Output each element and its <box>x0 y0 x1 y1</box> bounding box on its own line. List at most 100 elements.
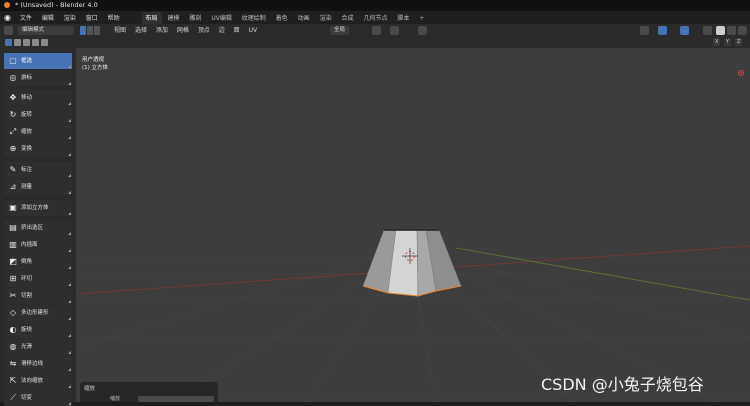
select-mode-invert-icon[interactable] <box>32 39 39 46</box>
rendered-shading-icon[interactable] <box>738 26 747 35</box>
viewport-header: 编辑模式 视图 选择 添加 网格 顶点 边 面 UV 全局 <box>0 24 750 37</box>
tool-variants-indicator <box>68 65 71 68</box>
tool-spin[interactable]: ◐ 旋绕 <box>4 322 72 338</box>
tool-shear[interactable]: ⟋ 切变 <box>4 390 72 406</box>
tool-extrude[interactable]: ▤ 挤出选区 <box>4 220 72 236</box>
tool-scale[interactable]: ⤢ 缩放 <box>4 124 72 140</box>
poly-build-icon: ◇ <box>9 308 17 317</box>
tool-label: 倒角 <box>21 259 33 265</box>
tool-loop-cut[interactable]: ⊞ 环切 <box>4 271 72 287</box>
select-mode-new-icon[interactable] <box>5 39 12 46</box>
mode-selector[interactable]: 编辑模式 <box>18 26 74 35</box>
tool-annotate[interactable]: ✎ 标注 <box>4 162 72 178</box>
menu-face[interactable]: 面 <box>234 27 240 34</box>
tool-poly-build[interactable]: ◇ 多边形建形 <box>4 305 72 321</box>
tool-label: 环切 <box>21 276 33 282</box>
menu-view[interactable]: 视图 <box>114 27 126 34</box>
scale-icon: ⤢ <box>9 127 17 136</box>
knife-icon: ✂ <box>9 291 17 300</box>
add-cube-icon: ▣ <box>9 203 17 212</box>
tool-variants-indicator <box>68 351 71 354</box>
mesh-object[interactable] <box>362 229 462 297</box>
last-operator-panel[interactable]: 缩放 缩放 <box>80 382 218 402</box>
menu-uv[interactable]: UV <box>249 27 258 34</box>
viewport-subheader: X Y Z <box>0 37 750 48</box>
window-title: * (Unsaved) - Blender 4.0 <box>15 1 98 9</box>
menu-mesh[interactable]: 网格 <box>177 27 189 34</box>
tool-label: 测量 <box>21 184 33 190</box>
menu-select[interactable]: 选择 <box>135 27 147 34</box>
tool-inset[interactable]: ▥ 内插面 <box>4 237 72 253</box>
rotate-icon: ↻ <box>9 110 17 119</box>
face-select-button[interactable] <box>94 26 100 35</box>
tool-cursor[interactable]: ◎ 游标 <box>4 70 72 86</box>
visibility-icon[interactable] <box>640 26 649 35</box>
tool-variants-indicator <box>68 82 71 85</box>
select-mode-intersect-icon[interactable] <box>41 39 48 46</box>
tool-label: 挤出选区 <box>21 225 44 231</box>
tool-label: 多边形建形 <box>21 310 49 316</box>
move-icon: ✥ <box>9 93 17 102</box>
transform-orientation-label: 全局 <box>334 27 346 33</box>
annotate-icon: ✎ <box>9 165 17 174</box>
tool-variants-indicator <box>68 385 71 388</box>
gizmo-icon[interactable] <box>658 26 667 35</box>
overlay-icon[interactable] <box>680 26 689 35</box>
watermark-text: CSDN @小兔子烧包谷 <box>541 375 704 394</box>
tool-smooth[interactable]: ◍ 光滑 <box>4 339 72 355</box>
tool-variants-indicator <box>68 266 71 269</box>
tool-variants-indicator <box>68 300 71 303</box>
menu-vertex[interactable]: 顶点 <box>198 27 210 34</box>
tool-variants-indicator <box>68 249 71 252</box>
operator-value-field[interactable] <box>138 396 214 402</box>
tool-shrink-fatten[interactable]: ⇱ 法向缩放 <box>4 373 72 389</box>
proportional-edit-icon[interactable] <box>418 26 427 35</box>
tool-label: 旋绕 <box>21 327 33 333</box>
menu-add[interactable]: 添加 <box>156 27 168 34</box>
view-name-label: 用户透视 <box>82 57 105 63</box>
mirror-axis-z[interactable]: Z <box>735 38 743 46</box>
3d-viewport[interactable]: 用户透视 (1) 立方体 <box>76 48 750 402</box>
tool-rotate[interactable]: ↻ 旋转 <box>4 107 72 123</box>
tool-shelf: ▢ 框选 ◎ 游标 ✥ 移动 ↻ 旋转 ⤢ 缩放 ⊕ 变换 ✎ 标注 ⊿ 测量 ▣ 添加立方体 ▤ 挤出选区 ▥ 内插面 ◩… <box>0 48 76 406</box>
tool-label: 框选 <box>21 58 33 64</box>
transform-orientation-select[interactable]: 全局 <box>330 26 350 35</box>
edge-slide-icon: ⇋ <box>9 359 17 368</box>
material-shading-icon[interactable] <box>727 26 736 35</box>
select-mode-extend-icon[interactable] <box>14 39 21 46</box>
operator-panel-title: 缩放 <box>84 386 96 392</box>
tool-edge-slide[interactable]: ⇋ 滑移边线 <box>4 356 72 372</box>
tool-add-cube[interactable]: ▣ 添加立方体 <box>4 200 72 216</box>
editor-type-icon[interactable] <box>4 26 13 35</box>
tool-variants-indicator <box>68 283 71 286</box>
tool-bevel[interactable]: ◩ 倒角 <box>4 254 72 270</box>
solid-shading-icon[interactable] <box>716 26 725 35</box>
select-mode-subtract-icon[interactable] <box>23 39 30 46</box>
snap-icon[interactable] <box>390 26 399 35</box>
tool-label: 变换 <box>21 146 33 152</box>
tool-label: 缩放 <box>21 129 33 135</box>
pivot-icon[interactable] <box>372 26 381 35</box>
tool-knife[interactable]: ✂ 切割 <box>4 288 72 304</box>
menu-edge[interactable]: 边 <box>219 27 225 34</box>
xray-icon[interactable] <box>703 26 712 35</box>
mirror-axis-y[interactable]: Y <box>724 38 732 46</box>
tool-measure[interactable]: ⊿ 测量 <box>4 179 72 195</box>
viewport-canvas[interactable] <box>76 48 750 402</box>
smooth-icon: ◍ <box>9 342 17 351</box>
tool-label: 切变 <box>21 395 33 401</box>
tool-transform[interactable]: ⊕ 变换 <box>4 141 72 157</box>
mode-label: 编辑模式 <box>22 27 45 33</box>
tool-variants-indicator <box>68 368 71 371</box>
cursor-icon: ◎ <box>9 73 17 82</box>
vertex-select-button[interactable] <box>80 26 86 35</box>
blender-logo-icon[interactable]: ◉ <box>0 11 14 24</box>
edge-select-button[interactable] <box>87 26 93 35</box>
tool-variants-indicator <box>68 153 71 156</box>
loop-cut-icon: ⊞ <box>9 274 17 283</box>
navigation-gizmo-icon[interactable] <box>738 70 744 76</box>
tool-select-box[interactable]: ▢ 框选 <box>4 53 72 69</box>
tool-move[interactable]: ✥ 移动 <box>4 90 72 106</box>
mirror-axis-x[interactable]: X <box>713 38 721 46</box>
measure-icon: ⊿ <box>9 182 17 191</box>
